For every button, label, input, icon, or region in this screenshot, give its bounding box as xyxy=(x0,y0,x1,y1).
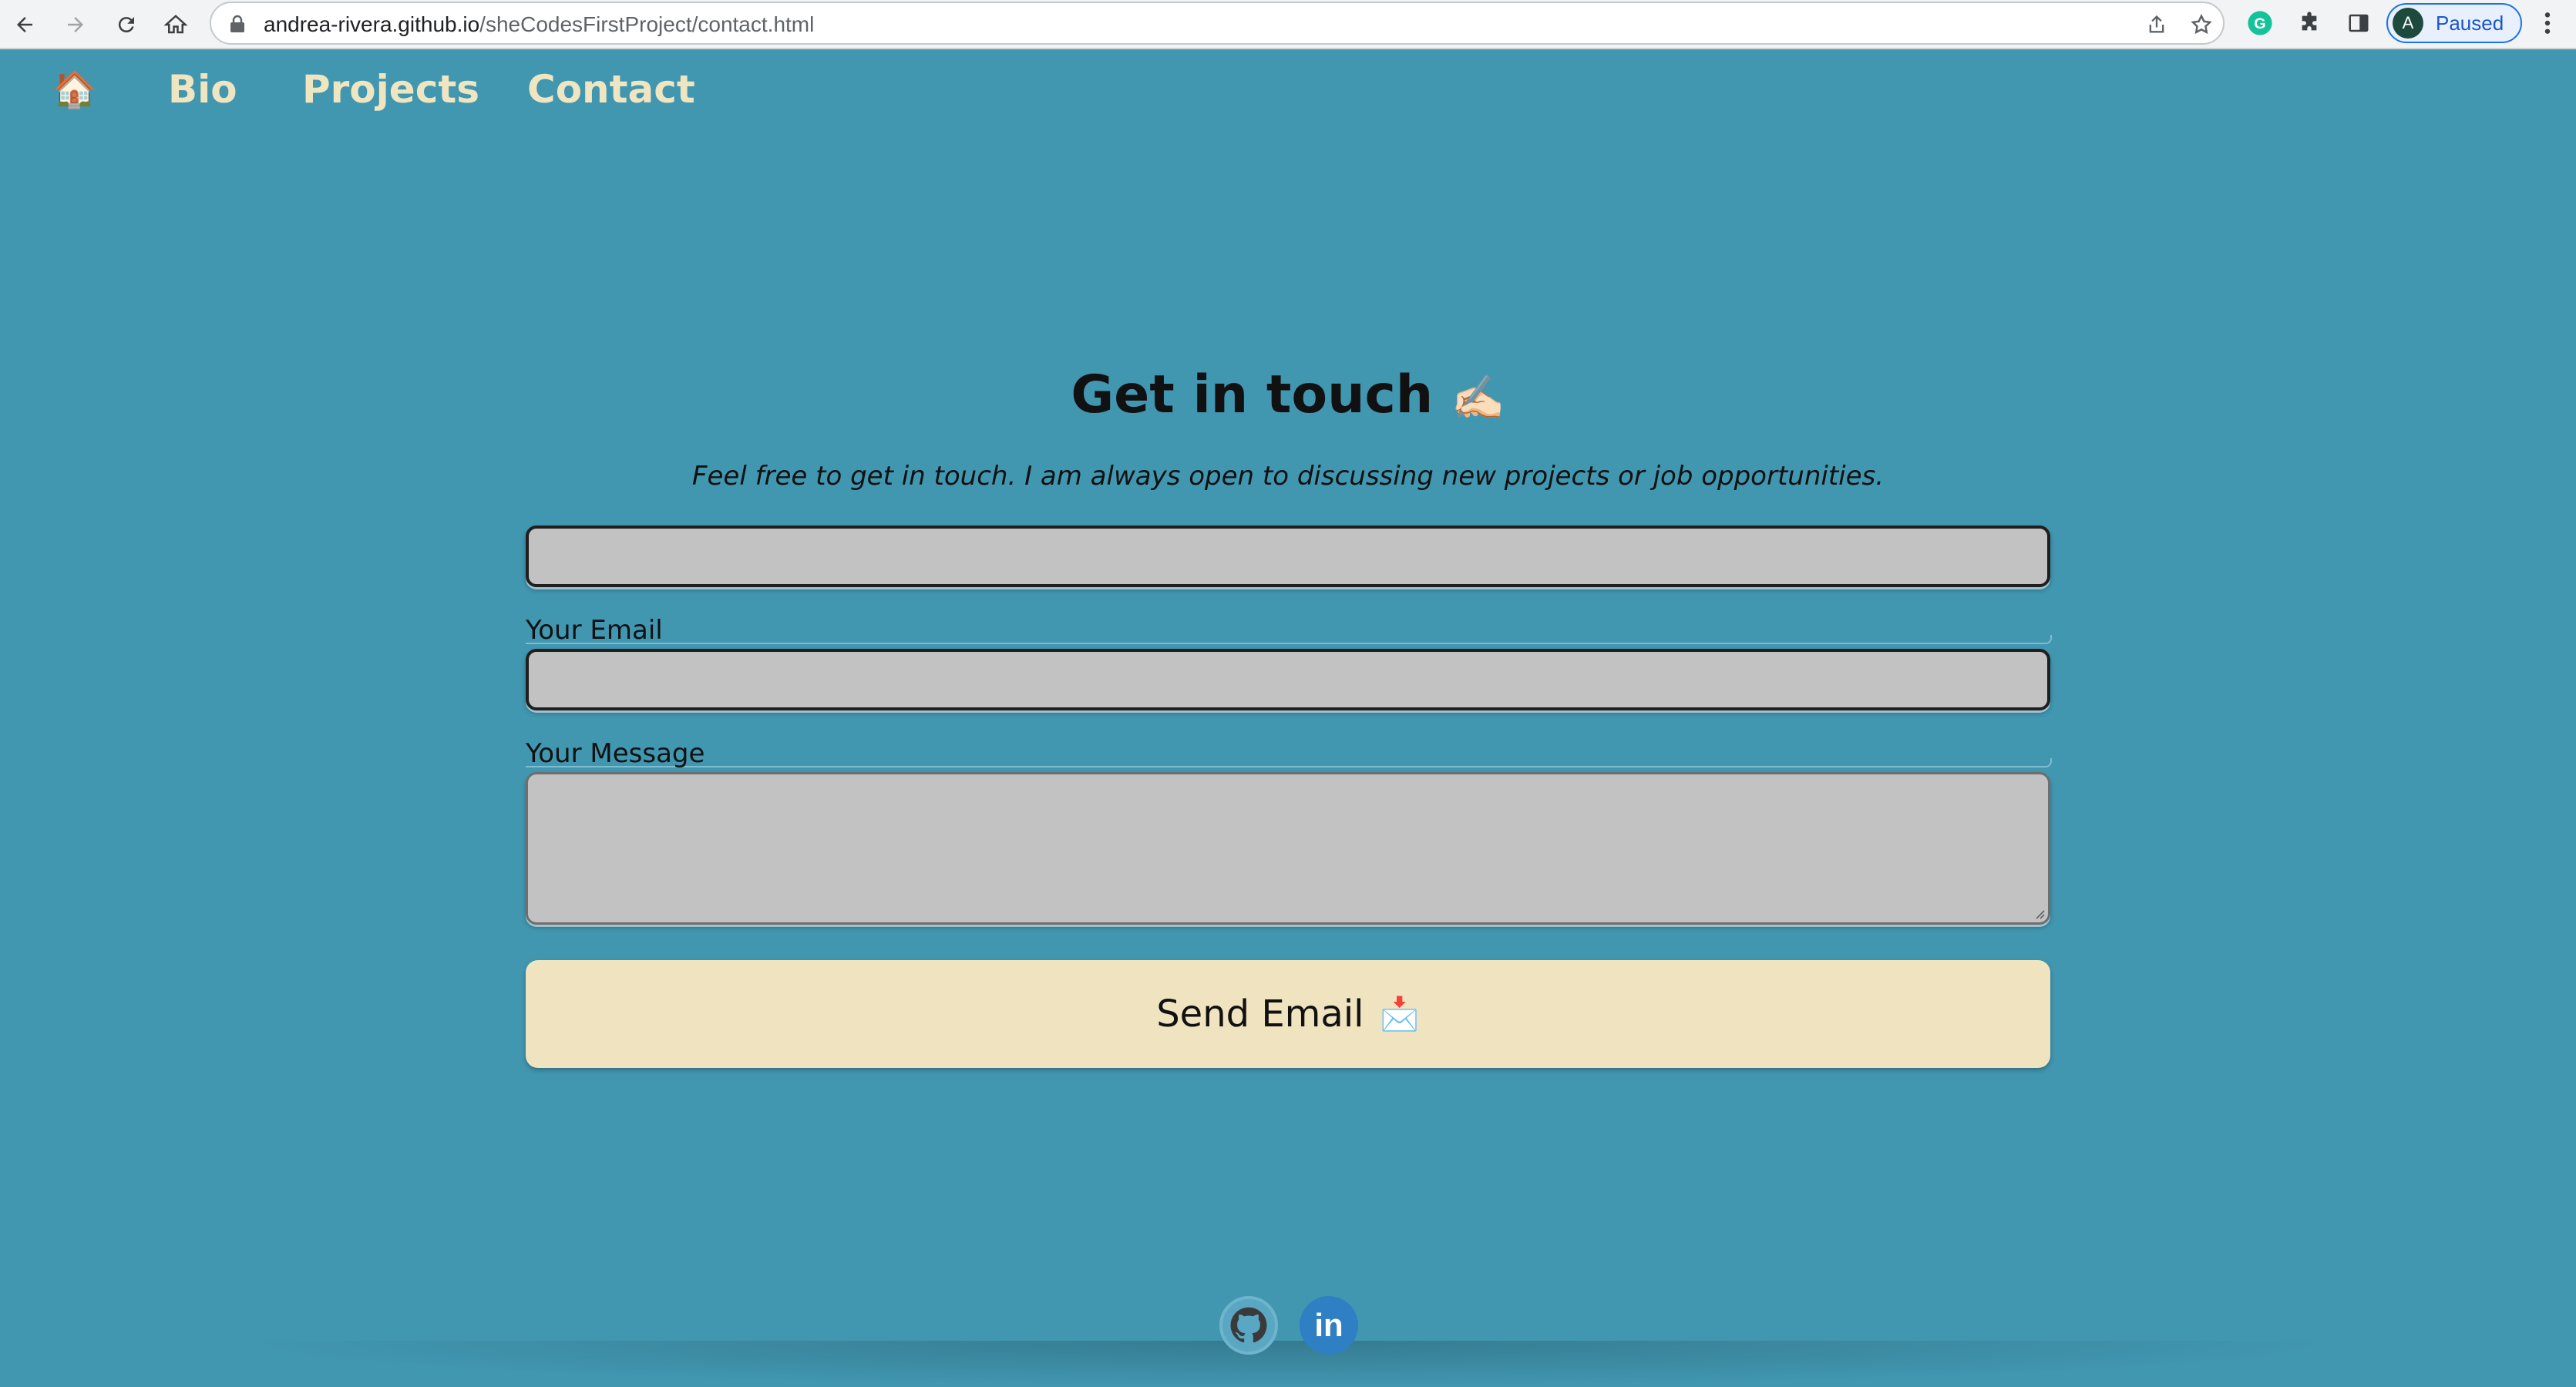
nav-link-projects[interactable]: Projects xyxy=(302,62,479,117)
grammarly-icon[interactable]: G xyxy=(2245,8,2275,39)
message-label: Your Message xyxy=(526,738,705,769)
url-host: andrea-rivera.github.io xyxy=(264,12,480,36)
envelope-icon: 📩 xyxy=(1379,995,1420,1033)
side-panel-icon[interactable] xyxy=(2343,8,2374,39)
writing-hand-icon: ✍🏻 xyxy=(1451,373,1505,423)
extensions-puzzle-icon[interactable] xyxy=(2294,8,2325,39)
email-label: Your Email xyxy=(526,615,663,646)
resize-handle-icon[interactable] xyxy=(2033,907,2045,919)
page-title-text: Get in touch xyxy=(1071,364,1434,425)
url-text[interactable]: andrea-rivera.github.io/sheCodesFirstPro… xyxy=(264,3,814,46)
send-email-button[interactable]: Send Email 📩 xyxy=(526,960,2050,1068)
lock-icon[interactable] xyxy=(228,14,247,37)
profile-button[interactable]: A Paused xyxy=(2386,3,2522,43)
send-email-label: Send Email xyxy=(1156,992,1364,1036)
name-input[interactable] xyxy=(526,526,2050,587)
back-icon[interactable] xyxy=(6,6,43,43)
label-divider xyxy=(526,758,2052,767)
reload-icon[interactable] xyxy=(108,6,145,43)
share-icon[interactable] xyxy=(2143,11,2171,39)
avatar: A xyxy=(2393,8,2423,39)
linkedin-icon[interactable]: in xyxy=(1300,1296,1358,1355)
email-input[interactable] xyxy=(526,649,2050,710)
linkedin-icon-text: in xyxy=(1314,1307,1343,1343)
profile-status: Paused xyxy=(2436,12,2504,35)
message-textarea[interactable] xyxy=(526,772,2050,925)
bookmark-star-icon[interactable] xyxy=(2188,11,2215,39)
url-path: /sheCodesFirstProject/contact.html xyxy=(479,12,815,36)
page-title: Get in touch ✍🏻 xyxy=(0,361,2576,433)
nav-home-icon[interactable]: 🏠 xyxy=(52,62,96,117)
page-subtitle: Feel free to get in touch. I am always o… xyxy=(691,461,1885,492)
address-bar[interactable]: andrea-rivera.github.io/sheCodesFirstPro… xyxy=(210,2,2225,45)
label-divider xyxy=(526,635,2052,644)
footer-shadow xyxy=(231,1341,2345,1387)
github-icon[interactable] xyxy=(1219,1296,1278,1355)
svg-text:G: G xyxy=(2254,15,2265,32)
nav-link-bio[interactable]: Bio xyxy=(168,62,237,117)
nav-link-contact[interactable]: Contact xyxy=(527,62,695,117)
browser-toolbar: andrea-rivera.github.io/sheCodesFirstPro… xyxy=(0,0,2576,49)
home-icon[interactable] xyxy=(157,6,194,43)
forward-icon[interactable] xyxy=(57,6,94,43)
more-menu-icon[interactable] xyxy=(2534,8,2561,39)
